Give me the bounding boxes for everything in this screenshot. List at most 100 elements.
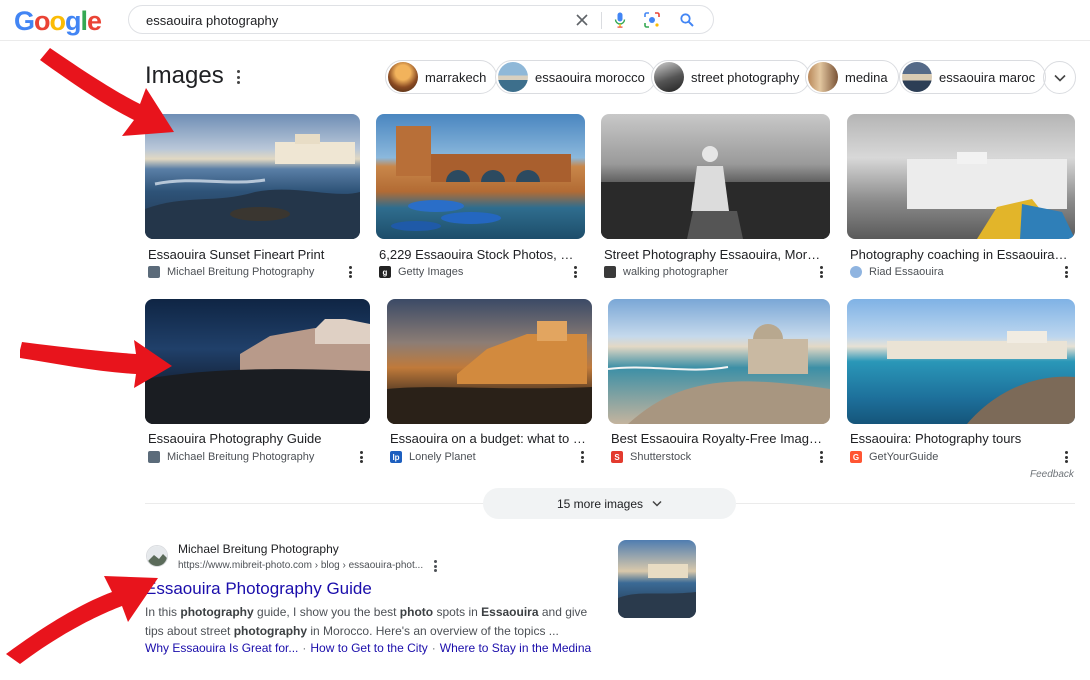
chip-label: street photography: [691, 69, 800, 85]
image-title[interactable]: Street Photography Essaouira, Morocc...: [604, 247, 822, 262]
source-favicon: [604, 266, 616, 278]
image-card[interactable]: Photography coaching in Essaouira in t..…: [847, 114, 1075, 284]
more-options-icon[interactable]: [232, 68, 244, 86]
chip-essaouira-maroc[interactable]: essaouira maroc: [899, 60, 1047, 94]
image-title[interactable]: Photography coaching in Essaouira in t..…: [850, 247, 1068, 262]
more-options-icon[interactable]: [579, 450, 585, 464]
image-thumbnail[interactable]: [145, 299, 370, 424]
result-url[interactable]: https://www.mibreit-photo.com › blog › e…: [178, 560, 423, 571]
source-favicon: [148, 451, 160, 463]
search-input[interactable]: essaouira photography: [146, 13, 278, 28]
image-source[interactable]: Michael Breitung Photography: [148, 266, 314, 278]
search-bar[interactable]: essaouira photography: [128, 5, 714, 34]
image-source[interactable]: walking photographer: [604, 266, 728, 278]
source-favicon: g: [379, 266, 391, 278]
chip-thumbnail: [388, 62, 418, 92]
image-thumbnail[interactable]: [847, 299, 1075, 424]
image-card[interactable]: Essaouira Sunset Fineart Print Michael B…: [145, 114, 360, 284]
header-divider: [0, 40, 1090, 41]
search-divider: [601, 12, 602, 29]
image-card[interactable]: Street Photography Essaouira, Morocc... …: [601, 114, 830, 284]
image-card[interactable]: Essaouira on a budget: what to see... lp…: [387, 299, 592, 469]
image-thumbnail[interactable]: [145, 114, 360, 239]
site-name[interactable]: Michael Breitung Photography: [178, 542, 339, 556]
image-thumbnail[interactable]: [376, 114, 585, 239]
image-source[interactable]: lp Lonely Planet: [390, 451, 476, 463]
source-name: Michael Breitung Photography: [167, 451, 315, 463]
more-options-icon[interactable]: [818, 450, 824, 464]
chip-street-photography[interactable]: street photography: [651, 60, 811, 94]
more-options-icon[interactable]: [1063, 265, 1069, 279]
image-card[interactable]: Best Essaouira Royalty-Free Images, ... …: [608, 299, 830, 469]
image-thumbnail[interactable]: [387, 299, 592, 424]
source-favicon: S: [611, 451, 623, 463]
chips-expand-button[interactable]: [1043, 61, 1076, 94]
image-thumbnail[interactable]: [601, 114, 830, 239]
chip-essaouira-morocco[interactable]: essaouira morocco: [495, 60, 656, 94]
source-name: Shutterstock: [630, 451, 692, 463]
image-title[interactable]: Essaouira Photography Guide: [148, 431, 358, 446]
logo-letter: e: [87, 6, 102, 36]
source-favicon: [148, 266, 160, 278]
source-name: GetYourGuide: [869, 451, 939, 463]
more-images-label: 15 more images: [556, 496, 644, 511]
sitelink[interactable]: Where to Stay in the Medina: [440, 641, 591, 655]
microphone-icon[interactable]: [610, 10, 630, 30]
sitelinks: Why Essaouira Is Great for... · How to Get…: [145, 641, 591, 655]
image-title[interactable]: Essaouira Sunset Fineart Print: [148, 247, 353, 262]
site-favicon[interactable]: [146, 545, 168, 567]
image-card[interactable]: Essaouira Photography Guide Michael Brei…: [145, 299, 370, 469]
source-favicon: lp: [390, 451, 402, 463]
chip-marrakech[interactable]: marrakech: [385, 60, 498, 94]
image-title[interactable]: Essaouira: Photography tours: [850, 431, 1065, 446]
image-source[interactable]: g Getty Images: [379, 266, 463, 278]
result-title-link[interactable]: Essaouira Photography Guide: [145, 579, 372, 599]
chip-label: essaouira maroc: [939, 69, 1036, 85]
source-name: Getty Images: [398, 266, 464, 278]
image-source[interactable]: Riad Essaouira: [850, 266, 944, 278]
logo-letter: g: [65, 6, 81, 36]
clear-icon[interactable]: [572, 10, 592, 30]
more-options-icon[interactable]: [1063, 450, 1069, 464]
source-favicon: [850, 266, 862, 278]
annotation-arrow-icon: [6, 576, 158, 664]
sitelink[interactable]: Why Essaouira Is Great for...: [145, 641, 298, 655]
image-title[interactable]: Essaouira on a budget: what to see...: [390, 431, 590, 446]
image-title[interactable]: 6,229 Essaouira Stock Photos, Hig...: [379, 247, 579, 262]
more-options-icon[interactable]: [572, 265, 578, 279]
image-source[interactable]: S Shutterstock: [611, 451, 691, 463]
more-images-button[interactable]: 15 more images: [483, 488, 736, 519]
image-source[interactable]: Michael Breitung Photography: [148, 451, 314, 463]
annotation-arrow-icon: [40, 48, 174, 136]
more-options-icon[interactable]: [347, 265, 353, 279]
logo-letter: o: [34, 6, 50, 36]
source-favicon: G: [850, 451, 862, 463]
source-name: Lonely Planet: [409, 451, 476, 463]
more-options-icon[interactable]: [432, 560, 438, 572]
image-card[interactable]: Essaouira: Photography tours G GetYourGu…: [847, 299, 1075, 469]
image-title[interactable]: Best Essaouira Royalty-Free Images, ...: [611, 431, 823, 446]
more-options-icon[interactable]: [358, 450, 364, 464]
search-icon[interactable]: [677, 10, 697, 30]
google-logo[interactable]: Google: [14, 6, 102, 37]
image-thumbnail[interactable]: [847, 114, 1075, 239]
more-options-icon[interactable]: [818, 265, 824, 279]
image-thumbnail[interactable]: [608, 299, 830, 424]
source-name: Riad Essaouira: [869, 266, 944, 278]
image-source[interactable]: G GetYourGuide: [850, 451, 938, 463]
source-name: Michael Breitung Photography: [167, 266, 315, 278]
annotation-arrow-icon: [20, 340, 172, 388]
logo-letter: G: [14, 6, 35, 36]
lens-icon[interactable]: [642, 10, 662, 30]
sitelink[interactable]: How to Get to the City: [310, 641, 427, 655]
result-thumbnail[interactable]: [618, 540, 696, 618]
result-snippet: In this photography guide, I show you th…: [145, 605, 588, 638]
chip-label: essaouira morocco: [535, 69, 645, 85]
sitelink-separator: ·: [431, 641, 436, 655]
image-card[interactable]: 6,229 Essaouira Stock Photos, Hig... g G…: [376, 114, 585, 284]
chevron-down-icon: [652, 500, 662, 507]
source-name: walking photographer: [623, 266, 729, 278]
feedback-link[interactable]: Feedback: [1030, 469, 1074, 480]
chip-medina[interactable]: medina: [805, 60, 899, 94]
chip-label: marrakech: [425, 69, 487, 85]
